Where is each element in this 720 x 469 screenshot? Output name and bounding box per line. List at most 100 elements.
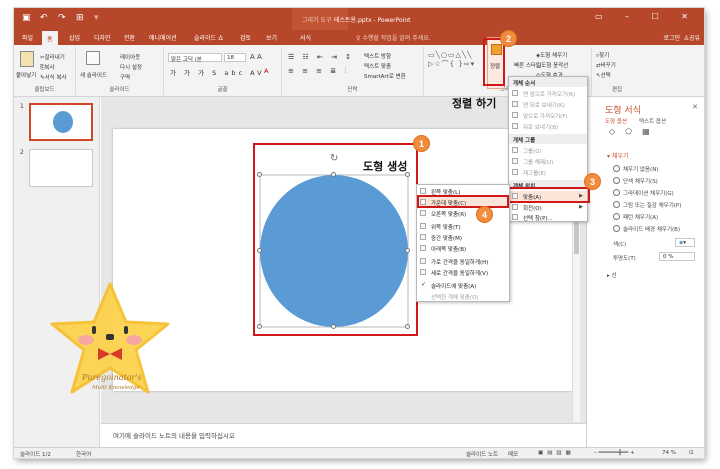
tab-transitions[interactable]: 전환 — [124, 33, 135, 42]
menu-selection-pane[interactable]: 선택 창(P)... — [509, 212, 587, 223]
align-middle-item[interactable]: 중간 맞춤(M) — [417, 232, 509, 243]
zoom-level[interactable]: 74 % — [662, 450, 676, 456]
notes-toggle[interactable]: 슬라이드 노트 — [466, 450, 498, 458]
grow-font-icon[interactable]: A A — [250, 53, 262, 61]
text-direction-button[interactable]: 텍스트 방향 — [364, 52, 391, 60]
group-paragraph: ☰ ☷ ⇤ ⇥ ↕ ≡ ≡ ≡ ≣ ⫶ 텍스트 방향 텍스트 맞춤 SmartA… — [282, 47, 424, 95]
align-bottom-icon — [420, 245, 426, 251]
callout-2: 2 — [500, 30, 517, 47]
align-buttons[interactable]: ≡ ≡ ≡ ≣ ⫶ — [288, 67, 349, 76]
slide-1-number: 1 — [20, 103, 24, 110]
new-slide-icon[interactable] — [86, 51, 100, 65]
tab-slideshow[interactable]: 슬라이드 쇼 — [194, 33, 224, 42]
menu-regroup[interactable]: 재그룹(E) — [509, 167, 587, 178]
align-top-item[interactable]: 위쪽 맞춤(T) — [417, 221, 509, 232]
notes-pane[interactable]: 여기에 슬라이드 노트의 내용을 입력하십시오 — [101, 423, 586, 447]
transparency-input[interactable]: 0 % — [659, 252, 695, 261]
layout-button[interactable]: 레이아웃 — [120, 53, 140, 61]
new-slide-button[interactable]: 새 슬라이드 — [80, 71, 107, 79]
annotation-shape-create: 도형 생성 — [363, 160, 408, 173]
align-selected-objects-item[interactable]: 선택한 개체 맞춤(O) — [417, 291, 509, 302]
align-right-item[interactable]: 오른쪽 맞춤(R) — [417, 208, 509, 219]
select-button[interactable]: ↖선택 — [596, 71, 611, 79]
cut-button[interactable]: ✂잘라내기 — [40, 53, 65, 61]
fill-line-effects-icons[interactable]: ◇⬠▦ — [609, 127, 660, 136]
menu-group[interactable]: 그룹(G) — [509, 145, 587, 156]
find-button[interactable]: ⌕찾기 — [596, 51, 609, 60]
fill-option-background[interactable]: 슬라이드 배경 채우기(B) — [613, 225, 680, 233]
slide-1-thumbnail[interactable] — [29, 103, 93, 141]
tab-format[interactable]: 서식 — [300, 33, 311, 42]
menu-bring-forward[interactable]: 앞으로 가져오기(F) — [509, 110, 587, 121]
menu-header-group: 개체 그룹 — [509, 134, 587, 144]
fill-option-gradient[interactable]: 그라데이션 채우기(G) — [613, 189, 674, 197]
fit-to-window-icon[interactable]: ⊡ — [689, 450, 694, 456]
tab-animations[interactable]: 애니메이션 — [149, 33, 177, 42]
slide-2-thumbnail[interactable] — [29, 149, 93, 187]
login-link[interactable]: 로그인 — [663, 33, 680, 42]
tell-me-box[interactable]: ♀ 수행할 작업을 알려 주세요. — [356, 33, 431, 42]
fill-option-picture[interactable]: 그림 또는 질감 채우기(P) — [613, 201, 681, 209]
reset-button[interactable]: 다시 설정 — [120, 63, 142, 71]
save-icon[interactable]: ▣ — [22, 13, 31, 23]
menu-send-to-back[interactable]: 맨 뒤로 보내기(K) — [509, 99, 587, 110]
window-controls[interactable]: ▭ – ☐ ✕ — [595, 12, 698, 21]
shape-outline-button[interactable]: ▢도형 윤곽선 — [536, 61, 568, 69]
zoom-slider[interactable]: – ━━━━━━╋━━ + — [594, 450, 635, 456]
fill-section-header[interactable]: ▾ 채우기 — [607, 151, 628, 160]
tab-design[interactable]: 디자인 — [94, 33, 111, 42]
paste-icon[interactable] — [20, 51, 34, 67]
font-style-buttons[interactable]: 가 가 가 S abc AV — [170, 67, 265, 77]
tab-insert[interactable]: 삽입 — [69, 33, 80, 42]
callout-3: 3 — [584, 173, 601, 190]
menu-bring-to-front[interactable]: 맨 앞으로 가져오기(R) — [509, 88, 587, 99]
color-picker-button[interactable]: ◆▾ — [675, 238, 695, 247]
comments-toggle[interactable]: 메모 — [508, 450, 518, 458]
menu-send-backward[interactable]: 뒤로 보내기(B) — [509, 121, 587, 132]
tab-file[interactable]: 파일 — [22, 33, 33, 42]
font-color-icon[interactable]: A — [264, 67, 268, 75]
line-section-header[interactable]: ▸ 선 — [607, 271, 617, 279]
send-back-icon — [512, 101, 518, 107]
tab-text-options[interactable]: 텍스트 옵션 — [639, 117, 666, 125]
line-section-label: 선 — [611, 273, 617, 279]
language-indicator[interactable]: 한국어 — [76, 450, 91, 458]
tab-view[interactable]: 보기 — [266, 33, 277, 42]
cut-label: 잘라내기 — [44, 55, 65, 61]
replace-label: 바꾸기 — [600, 63, 616, 69]
transparency-label: 투명도(T) — [613, 256, 636, 262]
fill-option-solid[interactable]: 단색 채우기(S) — [613, 177, 658, 185]
replace-button[interactable]: ⇄바꾸기 — [596, 61, 616, 69]
font-name-combo[interactable]: 맑은 고딕 (본 — [168, 53, 222, 63]
group-slides: 새 슬라이드 레이아웃 다시 설정 구역 슬라이드 — [76, 47, 164, 95]
menu-ungroup[interactable]: 그룹 해제(U) — [509, 156, 587, 167]
context-title: 그리기 도구 — [302, 17, 332, 24]
shape-fill-button[interactable]: ◈도형 채우기 — [536, 51, 567, 59]
tab-shape-options[interactable]: 도형 옵션 — [605, 117, 627, 125]
close-icon[interactable]: ✕ — [692, 103, 698, 111]
distribute-vertical-item[interactable]: 세로 간격을 동일하게(V) — [417, 267, 509, 278]
tab-home[interactable]: 홈 — [42, 31, 58, 45]
tab-review[interactable]: 검토 — [240, 33, 251, 42]
paste-button[interactable]: 붙여넣기 — [16, 71, 36, 79]
align-to-slide-item[interactable]: ✓ 슬라이드에 맞춤(A) — [417, 280, 509, 291]
format-painter-button[interactable]: ✎서식 복사 — [40, 73, 67, 81]
align-bottom-item[interactable]: 아래쪽 맞춤(B) — [417, 243, 509, 254]
share-button[interactable]: ♙공유 — [684, 33, 700, 42]
copy-button[interactable]: ⎘복사 — [40, 63, 55, 72]
customize-qat-icon[interactable]: ▾ — [94, 13, 99, 23]
undo-icon[interactable]: ↶ — [40, 13, 48, 23]
list-buttons[interactable]: ☰ ☷ ⇤ ⇥ ↕ — [288, 53, 354, 61]
ribbon-home: 붙여넣기 ✂잘라내기 ⎘복사 ✎서식 복사 클립보드 새 슬라이드 레이아웃 다… — [14, 45, 704, 97]
redo-icon[interactable]: ↷ — [58, 13, 66, 23]
distribute-horizontal-item[interactable]: 가로 간격을 동일하게(H) — [417, 256, 509, 267]
shapes-gallery[interactable]: ▭╲○▭△╲╲ ▷☆⌒{ }⇨▾ — [428, 51, 490, 79]
fill-option-none[interactable]: 채우기 없음(N) — [613, 165, 658, 173]
fill-option-pattern[interactable]: 패턴 채우기(A) — [613, 213, 658, 221]
smartart-button[interactable]: SmartArt로 변환 — [364, 72, 406, 80]
start-presentation-icon[interactable]: ⊞ — [76, 13, 84, 23]
align-text-button[interactable]: 텍스트 맞춤 — [364, 62, 391, 70]
font-size-combo[interactable]: 18 — [224, 53, 246, 62]
section-button[interactable]: 구역 — [120, 73, 130, 81]
view-buttons[interactable]: ▣▤▥▦ — [538, 450, 575, 456]
